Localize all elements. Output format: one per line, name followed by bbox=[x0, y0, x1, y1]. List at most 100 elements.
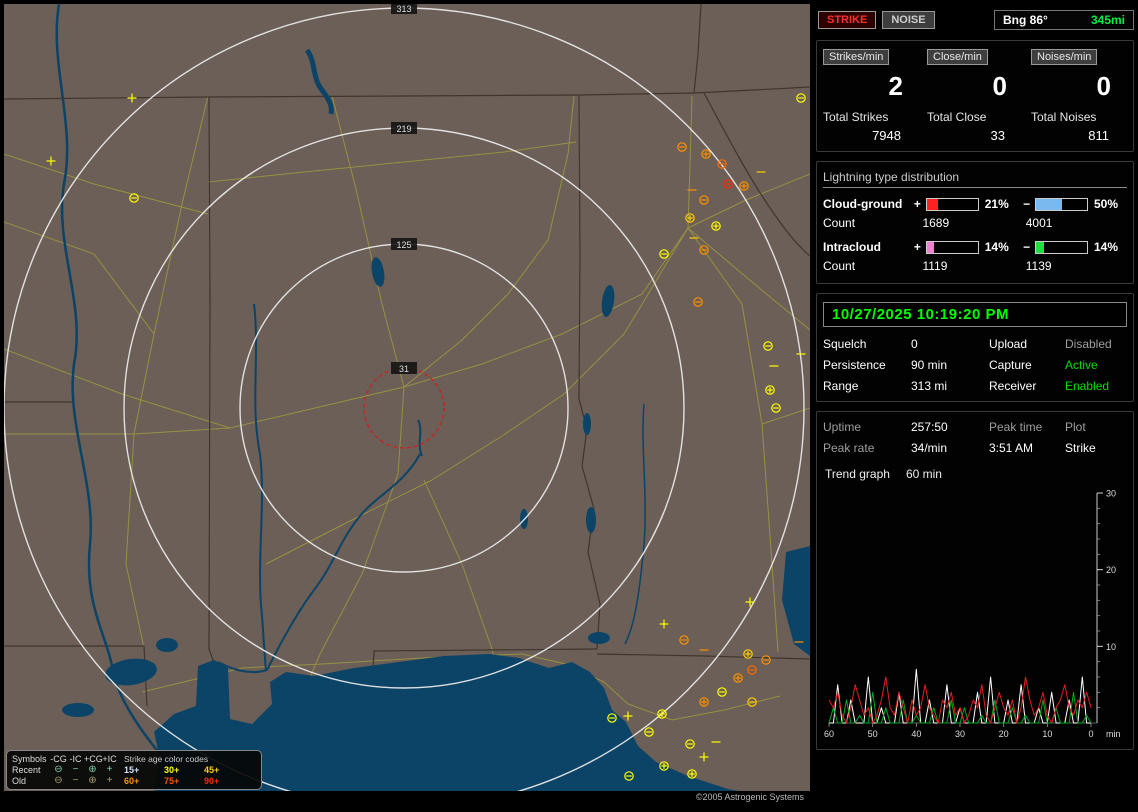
bearing-value: Bng 86° bbox=[1003, 13, 1048, 27]
x-axis-unit: min bbox=[1106, 729, 1121, 739]
receiver-status: Enabled bbox=[1065, 379, 1110, 393]
ic-minus-pct: 14% bbox=[1093, 240, 1119, 254]
panel-toolbar: STRIKE NOISE Bng 86° 345mi bbox=[818, 10, 1134, 30]
distribution-title: Lightning type distribution bbox=[823, 170, 1127, 188]
plus-icon: + bbox=[106, 763, 113, 775]
stats-trend-section: Uptime 257:50 Peak time Plot Peak rate 3… bbox=[816, 411, 1134, 750]
stats-grid: Uptime 257:50 Peak time Plot Peak rate 3… bbox=[823, 420, 1127, 455]
age-30: 30+ bbox=[164, 764, 180, 775]
datetime-display: 10/27/2025 10:19:20 PM bbox=[823, 302, 1127, 327]
copyright-text: ©2005 Astrogenic Systems bbox=[695, 792, 804, 802]
persistence-value: 90 min bbox=[911, 358, 948, 372]
x-tick-label: 50 bbox=[868, 729, 878, 739]
cg-minus-bar bbox=[1035, 197, 1088, 211]
bearing-range: 345mi bbox=[1090, 13, 1125, 27]
map-area[interactable]: 313 219 125 31 Symbols -CG -IC +CG +IC Stri… bbox=[4, 4, 810, 804]
minus-sign: − bbox=[1023, 197, 1031, 211]
legend-col-ncg: -CG bbox=[50, 753, 67, 764]
minus-icon: − bbox=[72, 763, 79, 775]
legend-col-nic: -IC bbox=[69, 753, 82, 764]
receiver-label: Receiver bbox=[989, 379, 1037, 393]
ring-label-125: 125 bbox=[396, 240, 411, 250]
minus-sign: − bbox=[1023, 240, 1031, 254]
legend-symbols-header: Symbols bbox=[12, 753, 47, 764]
age-45: 45+ bbox=[204, 764, 220, 775]
trend-graph-label: Trend graph bbox=[825, 467, 890, 481]
cg-plus-count: 1689 bbox=[922, 216, 950, 230]
uptime-label: Uptime bbox=[823, 420, 862, 434]
trend-series-close bbox=[829, 668, 1091, 724]
intracloud-counts: Count 1119 1139 bbox=[823, 259, 1127, 273]
circle-plus-icon: ⊕ bbox=[88, 774, 97, 786]
legend-col-pcg: +CG bbox=[84, 753, 103, 764]
circle-minus-icon: ⊖ bbox=[54, 774, 63, 786]
plus-icon: + bbox=[106, 774, 113, 786]
noises-column: Noises/min 0 Total Noises 811 bbox=[1031, 49, 1127, 143]
close-per-min-value: 0 bbox=[992, 71, 1007, 101]
minus-icon: − bbox=[72, 774, 79, 786]
total-close-label: Total Close bbox=[927, 110, 987, 124]
plus-sign: + bbox=[913, 197, 921, 211]
noises-per-min-value: 0 bbox=[1096, 71, 1111, 101]
total-noises-label: Total Noises bbox=[1031, 110, 1097, 124]
noises-per-min-header[interactable]: Noises/min bbox=[1031, 49, 1098, 65]
x-tick-label: 30 bbox=[955, 729, 965, 739]
range-label: Range bbox=[823, 379, 859, 393]
copyright-bar: ©2005 Astrogenic Systems bbox=[4, 791, 810, 804]
legend-age-header: Strike age color codes bbox=[124, 753, 209, 764]
distribution-section: Lightning type distribution Cloud-ground… bbox=[816, 161, 1134, 284]
lightning-map[interactable]: 313 219 125 31 bbox=[4, 4, 810, 804]
legend-recent-label: Recent bbox=[12, 764, 41, 775]
map-legend: Symbols -CG -IC +CG +IC Strike age color… bbox=[6, 750, 262, 790]
x-tick-label: 0 bbox=[1088, 729, 1093, 739]
ic-minus-bar bbox=[1035, 240, 1088, 254]
x-tick-label: 40 bbox=[911, 729, 921, 739]
close-column: Close/min 0 Total Close 33 bbox=[927, 49, 1023, 143]
peak-time-value: 3:51 AM bbox=[989, 441, 1034, 455]
trend-window-value: 60 min bbox=[905, 467, 942, 481]
close-per-min-header[interactable]: Close/min bbox=[927, 49, 988, 65]
trend-series-strikes bbox=[828, 676, 1092, 724]
rates-section: Strikes/min 2 Total Strikes 7948 Close/m… bbox=[816, 40, 1134, 152]
app-window: 313 219 125 31 Symbols -CG -IC +CG +IC Stri… bbox=[0, 0, 1138, 812]
total-noises-value: 811 bbox=[1088, 128, 1109, 143]
strikes-per-min-value: 2 bbox=[888, 71, 903, 101]
cg-minus-pct: 50% bbox=[1093, 197, 1119, 211]
status-section: 10/27/2025 10:19:20 PM Squelch 0 Upload … bbox=[816, 293, 1134, 402]
ic-plus-pct: 14% bbox=[984, 240, 1009, 254]
ic-plus-count: 1119 bbox=[922, 259, 948, 273]
trend-header: Trend graph 60 min bbox=[825, 467, 1127, 481]
age-90: 90+ bbox=[204, 775, 220, 786]
peak-rate-label: Peak rate bbox=[823, 441, 875, 455]
status-panel: STRIKE NOISE Bng 86° 345mi Strikes/min 2… bbox=[816, 6, 1134, 808]
uptime-value: 257:50 bbox=[911, 420, 948, 434]
noise-button[interactable]: NOISE bbox=[882, 11, 935, 29]
upload-label: Upload bbox=[989, 337, 1028, 351]
total-close-value: 33 bbox=[990, 128, 1005, 143]
peak-rate-value: 34/min bbox=[911, 441, 948, 455]
strikes-column: Strikes/min 2 Total Strikes 7948 bbox=[823, 49, 919, 143]
x-tick-label: 60 bbox=[824, 729, 834, 739]
x-tick-label: 10 bbox=[1042, 729, 1052, 739]
legend-col-pic: +IC bbox=[102, 753, 117, 764]
circle-minus-icon: ⊖ bbox=[54, 763, 63, 775]
strike-button[interactable]: STRIKE bbox=[818, 11, 877, 29]
plus-sign: + bbox=[913, 240, 921, 254]
cg-plus-pct: 21% bbox=[984, 197, 1009, 211]
cloud-ground-counts: Count 1689 4001 bbox=[823, 216, 1127, 230]
cg-minus-count: 4001 bbox=[1025, 216, 1053, 230]
cg-plus-bar bbox=[926, 197, 979, 211]
count-label: Count bbox=[823, 216, 856, 230]
strikes-per-min-header[interactable]: Strikes/min bbox=[823, 49, 890, 65]
cloud-ground-row: Cloud-ground + 21% − 50% bbox=[823, 197, 1127, 211]
age-15: 15+ bbox=[124, 764, 140, 775]
capture-label: Capture bbox=[989, 358, 1032, 372]
age-60: 60+ bbox=[124, 775, 140, 786]
ic-plus-bar bbox=[926, 240, 979, 254]
squelch-value: 0 bbox=[911, 337, 918, 351]
intracloud-row: Intracloud + 14% − 14% bbox=[823, 240, 1127, 254]
total-strikes-value: 7948 bbox=[872, 128, 901, 143]
ring-label-313: 313 bbox=[396, 4, 411, 14]
persistence-label: Persistence bbox=[823, 358, 886, 372]
plot-value: Strike bbox=[1065, 441, 1096, 455]
